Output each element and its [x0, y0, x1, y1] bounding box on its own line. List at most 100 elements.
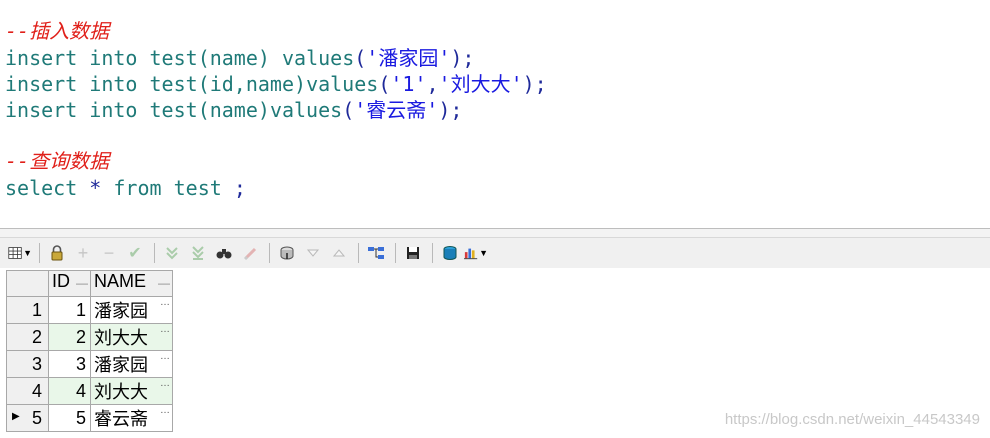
- star: *: [89, 176, 102, 200]
- grid-header-row: ID — NAME —: [6, 270, 173, 297]
- kw-into: into: [89, 46, 138, 70]
- clear-icon[interactable]: [238, 242, 262, 264]
- row-number[interactable]: 2: [6, 323, 49, 351]
- row-number[interactable]: 1: [6, 296, 49, 324]
- cell-name[interactable]: 睿云斋 …: [90, 404, 173, 432]
- code-line-3: insert into test(name)values('睿云斋');: [5, 97, 462, 123]
- table-name: test: [149, 46, 198, 70]
- paren-open: (: [342, 98, 355, 122]
- toolbar-separator: [432, 243, 433, 263]
- statement-end: ;: [233, 176, 246, 200]
- column-list: (id,name): [197, 72, 307, 96]
- cell-name[interactable]: 刘大大 …: [90, 377, 173, 405]
- comment-query: --查询数据: [5, 149, 110, 173]
- cell-id[interactable]: 3: [48, 350, 91, 378]
- column-list: (name): [197, 46, 270, 70]
- last-page-icon[interactable]: [186, 242, 210, 264]
- statement-end: );: [450, 46, 475, 70]
- cell-edit-ellipsis[interactable]: …: [160, 297, 170, 308]
- toolbar-separator: [39, 243, 40, 263]
- row-number[interactable]: 3: [6, 350, 49, 378]
- row-number[interactable]: 4: [6, 377, 49, 405]
- cell-name[interactable]: 刘大大 …: [90, 323, 173, 351]
- table-name: test: [149, 72, 198, 96]
- query-tree-icon[interactable]: [364, 242, 388, 264]
- plus-icon[interactable]: +: [71, 242, 95, 264]
- cell-edit-ellipsis[interactable]: …: [160, 405, 170, 416]
- table-row[interactable]: 3 3 潘家园 …: [6, 350, 173, 378]
- export-icon[interactable]: [438, 242, 462, 264]
- result-grid-area: ID — NAME — 1 1 潘家园 … 2 2 刘大大 … 3 3 潘家园 … 4: [0, 268, 990, 438]
- cell-edit-ellipsis[interactable]: …: [160, 324, 170, 335]
- string-literal: '1': [390, 72, 427, 96]
- table-row[interactable]: 1 1 潘家园 …: [6, 296, 173, 324]
- lock-icon[interactable]: [45, 242, 69, 264]
- kw-insert: insert: [5, 98, 78, 122]
- table-row[interactable]: 4 4 刘大大 …: [6, 377, 173, 405]
- cell-id[interactable]: 4: [48, 377, 91, 405]
- kw-into: into: [89, 98, 138, 122]
- kw-insert: insert: [5, 46, 78, 70]
- kw-from: from: [113, 176, 162, 200]
- comment-insert: --插入数据: [5, 19, 110, 43]
- table-row[interactable]: 2 2 刘大大 …: [6, 323, 173, 351]
- statement-end: );: [522, 72, 547, 96]
- paren-open: (: [378, 72, 391, 96]
- cell-name[interactable]: 潘家园 …: [90, 296, 173, 324]
- string-literal: '刘大大': [438, 72, 523, 96]
- chart-icon[interactable]: ▼: [464, 242, 488, 264]
- column-menu-icon[interactable]: —: [158, 271, 170, 296]
- find-icon[interactable]: [212, 242, 236, 264]
- cell-name-text: 刘大大: [94, 328, 148, 348]
- code-line-4: select * from test ;: [5, 175, 246, 201]
- kw-values: values: [281, 46, 355, 70]
- column-menu-icon[interactable]: —: [76, 271, 88, 296]
- kw-values: values: [269, 98, 343, 122]
- cell-name-text: 潘家园: [94, 301, 148, 321]
- string-literal: '潘家园': [366, 46, 451, 70]
- current-row-arrow-icon: ▶: [12, 411, 20, 422]
- save-icon[interactable]: [401, 242, 425, 264]
- fetch-icon[interactable]: [275, 242, 299, 264]
- move-up-icon[interactable]: [327, 242, 351, 264]
- cell-id[interactable]: 5: [48, 404, 91, 432]
- check-icon[interactable]: ✔: [123, 242, 147, 264]
- cell-id[interactable]: 1: [48, 296, 91, 324]
- minus-icon[interactable]: −: [97, 242, 121, 264]
- string-literal: '睿云斋': [354, 98, 439, 122]
- column-header-label: ID: [52, 271, 70, 291]
- cell-edit-ellipsis[interactable]: …: [160, 351, 170, 362]
- cell-name-text: 潘家园: [94, 355, 148, 375]
- row-number-text: 5: [31, 407, 42, 428]
- toolbar-separator: [154, 243, 155, 263]
- comma: ,: [426, 72, 439, 96]
- cell-name[interactable]: 潘家园 …: [90, 350, 173, 378]
- row-indicator-header: [6, 270, 49, 297]
- table-name: test: [149, 98, 198, 122]
- cell-edit-ellipsis[interactable]: …: [160, 378, 170, 389]
- cell-name-text: 刘大大: [94, 382, 148, 402]
- move-down-icon[interactable]: [301, 242, 325, 264]
- cell-id[interactable]: 2: [48, 323, 91, 351]
- table-row[interactable]: ▶ 5 5 睿云斋…: [6, 404, 173, 432]
- code-line-2: insert into test(id,name)values('1','刘大大…: [5, 71, 547, 97]
- kw-values: values: [306, 72, 379, 96]
- toolbar-separator: [358, 243, 359, 263]
- kw-select: select: [5, 176, 78, 200]
- column-header-label: NAME: [94, 271, 147, 291]
- sql-editor[interactable]: --插入数据 insert into test(name) values('潘家…: [0, 0, 990, 228]
- column-header-name[interactable]: NAME —: [90, 270, 173, 297]
- grid-options-icon[interactable]: ▼: [8, 242, 32, 264]
- column-list: (name): [197, 98, 270, 122]
- next-page-icon[interactable]: [160, 242, 184, 264]
- paren-open: (: [354, 46, 367, 70]
- watermark: https://blog.csdn.net/weixin_44543349: [724, 411, 980, 428]
- result-toolbar: ▼ + − ✔ ▼: [0, 238, 990, 268]
- column-header-id[interactable]: ID —: [48, 270, 91, 297]
- cell-name-text: 睿云斋: [94, 409, 148, 429]
- code-line-1: insert into test(name) values('潘家园');: [5, 45, 474, 71]
- table-name: test: [173, 176, 222, 200]
- row-number[interactable]: ▶ 5: [6, 404, 49, 432]
- pane-splitter[interactable]: [0, 228, 990, 238]
- toolbar-separator: [395, 243, 396, 263]
